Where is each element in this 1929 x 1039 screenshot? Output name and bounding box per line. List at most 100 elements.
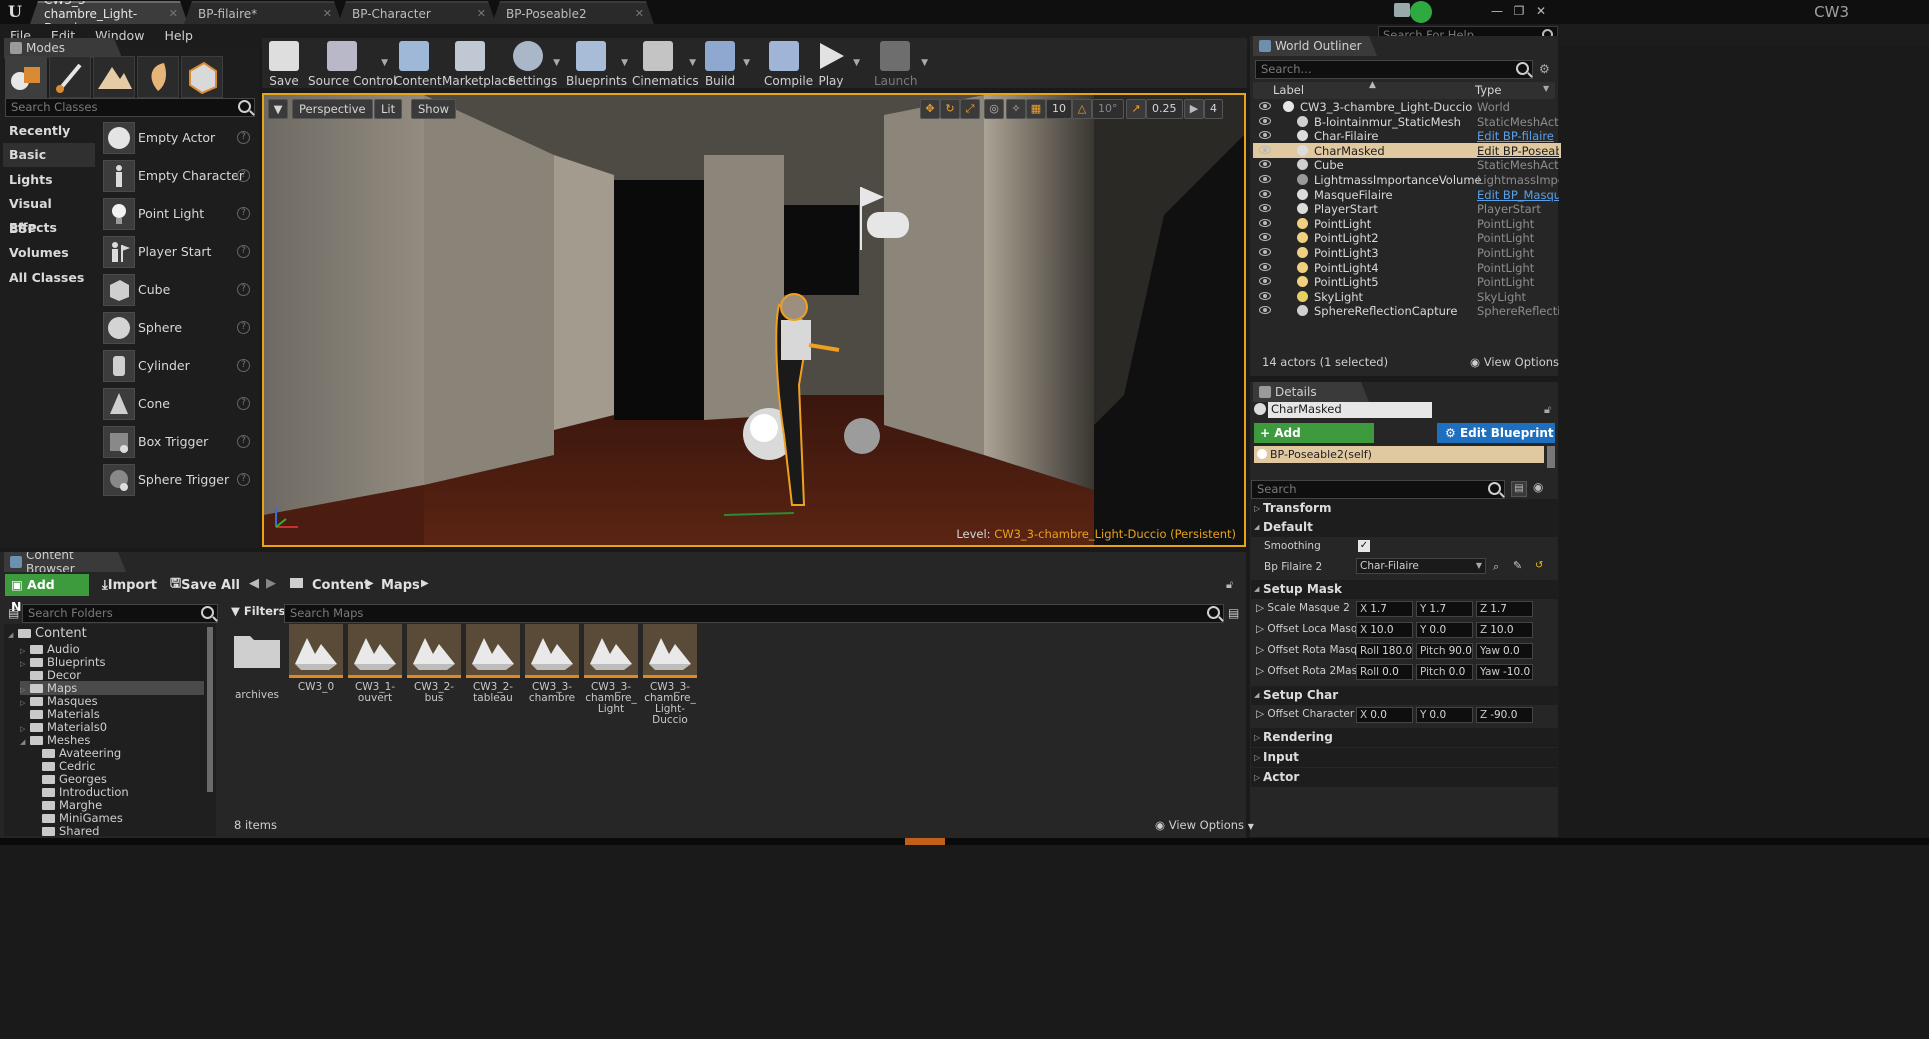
section-setup-mask[interactable]: Setup Mask bbox=[1251, 580, 1559, 599]
notification-icon[interactable] bbox=[1394, 3, 1410, 17]
play-button[interactable]: Play ▼ bbox=[814, 38, 860, 88]
expander-icon[interactable]: ◢ bbox=[8, 631, 18, 639]
outliner-search-input[interactable]: Search... bbox=[1255, 60, 1533, 79]
paint-mode-button[interactable] bbox=[49, 56, 91, 98]
lit-button[interactable]: Lit bbox=[374, 99, 403, 119]
outliner-row[interactable]: B-lointainmur_StaticMesh StaticMeshActor bbox=[1253, 114, 1561, 129]
rota2-pitch-field[interactable]: Pitch 0.0 bbox=[1416, 664, 1473, 680]
rotation-snap-icon[interactable]: △ bbox=[1072, 99, 1092, 119]
expander-icon[interactable]: ▷ bbox=[20, 725, 30, 733]
chevron-down-icon[interactable]: ▼ bbox=[853, 58, 860, 68]
edit-blueprint-link[interactable]: Edit BP-Poseable bbox=[1477, 144, 1559, 158]
category-lights[interactable]: Lights bbox=[3, 168, 95, 192]
visibility-eye-icon[interactable] bbox=[1259, 145, 1271, 154]
folder-avateering[interactable]: Avateering bbox=[32, 746, 121, 760]
source-control-button[interactable]: Source Control ▼ bbox=[308, 38, 396, 88]
help-icon[interactable]: ? bbox=[237, 473, 250, 486]
map-asset-tile[interactable]: CW3_1-ouvert bbox=[348, 624, 402, 704]
outliner-row[interactable]: SkyLight SkyLight bbox=[1253, 289, 1561, 304]
outliner-row[interactable]: SphereReflectionCapture SphereReflectionC bbox=[1253, 303, 1561, 318]
visibility-eye-icon[interactable] bbox=[1259, 233, 1271, 242]
category-basic[interactable]: Basic bbox=[3, 143, 95, 167]
outliner-row[interactable]: PointLight PointLight bbox=[1253, 216, 1561, 231]
category-all-classes[interactable]: All Classes bbox=[3, 266, 95, 290]
visibility-eye-icon[interactable] bbox=[1259, 248, 1271, 256]
folder-blueprints[interactable]: ▷ Blueprints bbox=[20, 655, 105, 669]
add-component-button[interactable]: + Add Component ▼ bbox=[1254, 423, 1374, 460]
rota-pitch-field[interactable]: Pitch 90.0 bbox=[1416, 643, 1473, 659]
outliner-row[interactable]: Char-Filaire Edit BP-filaire bbox=[1253, 128, 1561, 143]
map-asset-tile[interactable]: CW3_3-chambre_Light bbox=[584, 624, 638, 715]
help-icon[interactable]: ? bbox=[237, 359, 250, 372]
visibility-eye-icon[interactable] bbox=[1259, 160, 1271, 169]
edit-blueprint-link[interactable]: Edit BP-filaire bbox=[1477, 129, 1559, 143]
scale-icon[interactable]: ⤢ bbox=[960, 99, 980, 119]
breadcrumb-maps[interactable]: Maps bbox=[375, 573, 426, 597]
camera-speed-icon[interactable]: ▶ bbox=[1184, 99, 1204, 119]
expander-icon[interactable]: ▷ bbox=[20, 686, 30, 694]
visibility-eye-icon[interactable] bbox=[1259, 102, 1271, 110]
unreal-logo-icon[interactable]: U bbox=[4, 2, 26, 22]
scale-snap-value[interactable]: 0.25 bbox=[1146, 99, 1183, 119]
rota2-yaw-field[interactable]: Yaw -10.0 bbox=[1476, 664, 1533, 680]
outliner-row[interactable]: PointLight4 PointLight bbox=[1253, 260, 1561, 275]
folder-materials0[interactable]: ▷ Materials0 bbox=[20, 720, 107, 734]
visibility-eye-icon[interactable] bbox=[1259, 131, 1271, 140]
folder-maps[interactable]: ▷ Maps bbox=[20, 681, 204, 695]
add-new-button[interactable]: ▣ Add New ▼ bbox=[5, 574, 89, 614]
scale-snap-icon[interactable]: ↗ bbox=[1126, 99, 1146, 119]
expander-icon[interactable]: ◢ bbox=[20, 738, 30, 746]
actor-name-field[interactable]: CharMasked bbox=[1268, 402, 1432, 418]
place-item-empty-actor[interactable]: Empty Actor? bbox=[100, 119, 256, 157]
folder-masques[interactable]: ▷ Masques bbox=[20, 694, 98, 708]
forward-icon[interactable]: ▶ bbox=[266, 576, 276, 591]
edit-blueprint-button[interactable]: ⚙ Edit Blueprint ▼ bbox=[1437, 423, 1555, 459]
components-scrollbar[interactable] bbox=[1547, 446, 1555, 468]
tab-level[interactable]: CW3_3-chambre_Light-Ducci✕ bbox=[30, 1, 188, 24]
close-icon[interactable]: ✕ bbox=[477, 7, 486, 20]
visibility-eye-icon[interactable] bbox=[1259, 175, 1271, 183]
folder-georges[interactable]: Georges bbox=[32, 772, 107, 786]
visibility-eye-icon[interactable] bbox=[1259, 291, 1271, 300]
column-type[interactable]: Type bbox=[1475, 83, 1501, 97]
folder-shared[interactable]: Shared bbox=[32, 824, 100, 838]
folder-introduction[interactable]: Introduction bbox=[32, 785, 129, 799]
section-default[interactable]: Default bbox=[1251, 518, 1559, 537]
char-y-field[interactable]: Y 0.0 bbox=[1416, 707, 1473, 723]
outliner-row[interactable]: CharMasked Edit BP-Poseable bbox=[1253, 142, 1561, 158]
folder-tree-scrollbar[interactable] bbox=[207, 627, 213, 792]
rota-yaw-field[interactable]: Yaw 0.0 bbox=[1476, 643, 1533, 659]
outliner-settings-icon[interactable]: ⚙ bbox=[1539, 62, 1550, 76]
folder-meshes[interactable]: ◢ Meshes bbox=[20, 733, 90, 747]
place-item-point-light[interactable]: Point Light? bbox=[100, 195, 256, 233]
place-mode-button[interactable] bbox=[5, 56, 47, 98]
map-asset-tile[interactable]: CW3_2-tableau bbox=[466, 624, 520, 704]
folder-audio[interactable]: ▷ Audio bbox=[20, 642, 80, 656]
folder-materials[interactable]: Materials bbox=[20, 707, 100, 721]
maximize-icon[interactable]: ❐ bbox=[1508, 2, 1530, 20]
browse-icon[interactable]: ⌕ bbox=[1493, 560, 1499, 574]
rotation-snap-value[interactable]: 10° bbox=[1092, 99, 1124, 119]
expander-icon[interactable]: ▷ bbox=[20, 647, 30, 655]
content-button[interactable]: Content bbox=[394, 38, 442, 88]
tab-bp-poseable2[interactable]: BP-Poseable2 ✕ bbox=[492, 1, 654, 24]
camera-speed-value[interactable]: 4 bbox=[1204, 99, 1223, 119]
section-transform[interactable]: Transform bbox=[1251, 499, 1559, 518]
place-item-box-trigger[interactable]: Box Trigger? bbox=[100, 423, 256, 461]
grid-snap-value[interactable]: 10 bbox=[1046, 99, 1072, 119]
outliner-row[interactable]: PointLight2 PointLight bbox=[1253, 230, 1561, 245]
scale-z-field[interactable]: Z 1.7 bbox=[1476, 601, 1533, 617]
close-icon[interactable]: ✕ bbox=[169, 7, 178, 20]
show-button[interactable]: Show bbox=[411, 99, 457, 119]
save-all-button[interactable]: 🖫︎ Save All bbox=[164, 573, 246, 597]
edit-blueprint-link[interactable]: Edit BP_MasqueL bbox=[1477, 188, 1559, 202]
rotate-icon[interactable]: ↻ bbox=[940, 99, 960, 119]
folder-cedric[interactable]: Cedric bbox=[32, 759, 96, 773]
place-item-empty-character[interactable]: Empty Character? bbox=[100, 157, 256, 195]
search-classes-input[interactable]: Search Classes bbox=[5, 98, 255, 117]
place-item-cone[interactable]: Cone? bbox=[100, 385, 256, 423]
outliner-row[interactable]: PlayerStart PlayerStart bbox=[1253, 201, 1561, 216]
settings-button[interactable]: Settings ▼ bbox=[508, 38, 560, 88]
pick-actor-icon[interactable]: ✎ bbox=[1513, 559, 1522, 572]
lock-icon[interactable]: 🔓︎ bbox=[1544, 403, 1551, 417]
